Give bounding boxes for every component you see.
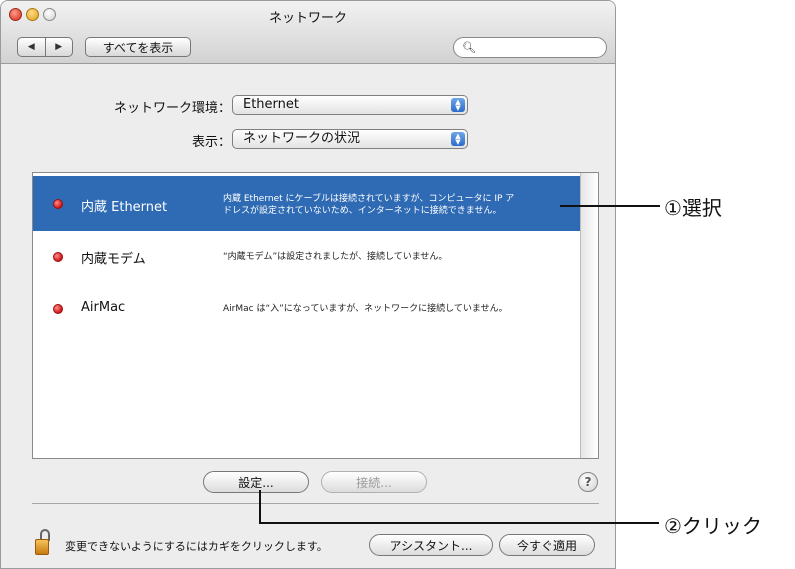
location-value: Ethernet	[243, 97, 299, 112]
back-button[interactable]: ◀	[18, 38, 46, 56]
search-icon: 🔍︎	[462, 41, 476, 54]
show-value: ネットワークの状況	[243, 131, 361, 146]
service-name: 内蔵モデム	[81, 252, 146, 267]
select-annotation: ①選択	[664, 196, 722, 220]
window-title: ネットワーク	[268, 11, 347, 26]
click-annotation: ②クリック	[664, 514, 762, 538]
title-bar: ネットワーク ◀ ▶ すべてを表示 🔍︎	[1, 1, 615, 64]
lock-body	[35, 539, 49, 555]
forward-button[interactable]: ▶	[46, 38, 73, 56]
show-all-button[interactable]: すべてを表示	[85, 37, 191, 57]
click-leader-line-vertical	[259, 490, 261, 524]
location-popup[interactable]: Ethernet ▲ ▼	[232, 95, 468, 115]
service-name: 内蔵 Ethernet	[81, 200, 168, 215]
lock-hint-text: 変更できないようにするにはカギをクリックします。	[65, 540, 328, 553]
status-red-icon	[53, 304, 63, 314]
popup-arrows-icon: ▲ ▼	[451, 98, 465, 112]
service-status-list: 内蔵 Ethernet 内蔵 Ethernet にケーブルは接続されていますが、…	[32, 172, 599, 459]
configure-button[interactable]: 設定...	[203, 471, 309, 493]
back-arrow-icon: ◀	[27, 42, 35, 52]
select-leader-line	[560, 205, 660, 207]
list-item[interactable]: 内蔵 Ethernet 内蔵 Ethernet にケーブルは接続されていますが、…	[33, 176, 580, 231]
status-red-icon	[53, 252, 63, 262]
network-preferences-window: ネットワーク ◀ ▶ すべてを表示 🔍︎ ネットワーク環境： Ethernet …	[0, 0, 616, 569]
help-button[interactable]: ?	[578, 472, 598, 492]
service-description-line: AirMac は“入”になっていますが、ネットワークに接続していません。	[223, 304, 508, 314]
connect-button[interactable]: 接続...	[321, 471, 427, 493]
status-red-icon	[53, 199, 63, 209]
show-label: 表示：	[191, 135, 231, 150]
apply-now-button[interactable]: 今すぐ適用	[499, 534, 595, 556]
back-forward-group: ◀ ▶	[17, 37, 73, 57]
service-description-line: ドレスが設定されていないため、インターネットに接続できません。	[223, 206, 502, 216]
divider	[32, 503, 599, 504]
assistant-button[interactable]: アシスタント...	[369, 534, 493, 556]
search-field[interactable]: 🔍︎	[453, 37, 607, 58]
popup-arrows-icon: ▲ ▼	[451, 132, 465, 146]
forward-arrow-icon: ▶	[55, 42, 63, 52]
show-popup[interactable]: ネットワークの状況 ▲ ▼	[232, 129, 468, 149]
click-leader-line-horizontal	[259, 522, 659, 524]
lock-icon[interactable]	[35, 529, 53, 555]
list-item[interactable]: 内蔵モデム “内蔵モデム”は設定されましたが、接続していません。	[33, 231, 580, 286]
location-label: ネットワーク環境：	[113, 101, 231, 116]
service-description-line: 内蔵 Ethernet にケーブルは接続されていますが、コンピュータに IP ア	[223, 194, 515, 204]
service-name: AirMac	[81, 300, 126, 315]
list-item[interactable]: AirMac AirMac は“入”になっていますが、ネットワークに接続していま…	[33, 286, 580, 341]
service-description-line: “内蔵モデム”は設定されましたが、接続していません。	[223, 252, 448, 262]
list-scrollbar[interactable]	[580, 173, 598, 458]
